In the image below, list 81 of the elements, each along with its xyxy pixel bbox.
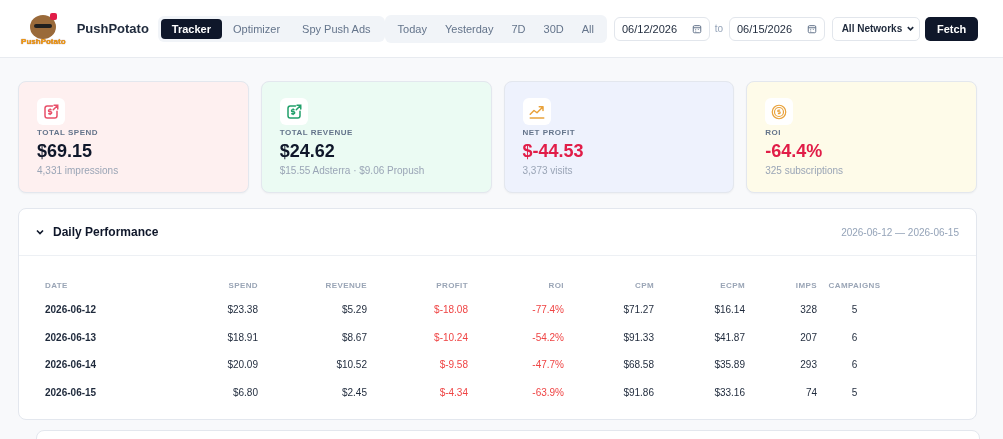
column-header: REVENUE <box>258 274 367 296</box>
chevron-icon <box>35 227 45 237</box>
date-field[interactable]: 06/15/2026 <box>728 16 825 41</box>
table-cell-text: 2026-06-13 <box>45 330 98 345</box>
table-cell: $71.27 <box>564 296 654 324</box>
nav-tab[interactable]: Optimizer <box>222 18 292 39</box>
range-button[interactable]: All <box>572 18 603 39</box>
column-header: PROFIT <box>367 274 468 296</box>
nav-tab[interactable]: Spy Push Ads <box>291 18 382 39</box>
range-button[interactable]: Yesterday <box>435 18 503 39</box>
table-cell: $8.67 <box>258 323 367 351</box>
stat-label: TOTAL SPEND <box>37 128 99 137</box>
stat-note: 325 subscriptions <box>765 165 844 176</box>
dollar-arrow-icon <box>42 102 60 121</box>
date-field[interactable]: 06/12/2026 <box>613 16 710 41</box>
table-cell-text: $23.38 <box>226 303 258 318</box>
table-cell: 5 <box>817 378 892 406</box>
table-cell: 293 <box>745 351 817 379</box>
column-header: CPM <box>634 279 654 292</box>
column-header: DATE <box>45 279 69 292</box>
table-cell: $91.33 <box>564 323 654 351</box>
table-cell-text: 2026-06-14 <box>45 358 98 373</box>
table-cell: 328 <box>745 296 817 324</box>
table-cell: $41.87 <box>654 323 745 351</box>
stat-value: -64.4% <box>765 141 823 162</box>
dollar-arrow-icon <box>284 102 303 121</box>
range-button[interactable]: 7D <box>502 18 535 39</box>
stat-value: $-44.53 <box>522 141 584 162</box>
section-toggle[interactable]: Daily Performance <box>35 225 159 239</box>
table-cell: $-9.58 <box>367 351 468 379</box>
stat-value: $69.15 <box>37 141 93 162</box>
table-cell: 6 <box>817 351 892 379</box>
calendar-icon[interactable] <box>691 23 702 34</box>
table-cell: $16.14 <box>654 296 745 324</box>
table-cell: $35.89 <box>654 351 745 379</box>
stat-label: TOTAL REVENUE <box>279 128 353 137</box>
table-cell: 74 <box>745 378 817 406</box>
logo-text: PushPotato <box>21 37 66 46</box>
brand-name: PushPotato <box>76 21 149 36</box>
stat-label: NET PROFIT <box>522 128 576 137</box>
table-cell: $10.52 <box>258 351 367 379</box>
calendar-icon[interactable] <box>806 23 817 34</box>
table-cell: $68.58 <box>564 351 654 379</box>
range-button[interactable]: 30D <box>534 18 573 39</box>
column-header: CAMPAIGNS <box>817 274 892 296</box>
table-cell: 6 <box>817 323 892 351</box>
fetch-button[interactable]: Fetch <box>925 16 978 41</box>
caret-icon <box>906 24 916 33</box>
column-header: IMPS <box>745 274 817 296</box>
table-cell-text: $20.09 <box>226 358 258 373</box>
network-select[interactable]: All Networks <box>831 16 921 41</box>
table-cell: -77.4% <box>468 296 564 324</box>
stat-label: ROI <box>765 128 781 137</box>
stat-note: 4,331 impressions <box>37 165 119 176</box>
table-cell: $33.16 <box>654 378 745 406</box>
table-cell: $5.29 <box>258 296 367 324</box>
table-cell: 5 <box>817 296 892 324</box>
table-cell: $-18.08 <box>367 296 468 324</box>
table-cell-text: $6.80 <box>231 385 258 400</box>
date-separator: to <box>714 23 723 34</box>
nav-tab[interactable]: Tracker <box>160 18 222 39</box>
range-button[interactable]: Today <box>388 18 436 39</box>
table-cell: $-4.34 <box>367 378 468 406</box>
stat-value: $24.62 <box>279 141 335 162</box>
table-cell: $2.45 <box>258 378 367 406</box>
table-cell-text: 2026-06-12 <box>45 303 98 318</box>
stat-note: $15.55 Adsterra · $9.06 Propush <box>279 165 425 176</box>
column-header: ECPM <box>654 274 745 296</box>
table-cell-text: $18.91 <box>226 330 258 345</box>
table-cell: $-10.24 <box>367 323 468 351</box>
date-range: 2026-06-12 — 2026-06-15 <box>841 226 959 238</box>
table-cell-text: 2026-06-15 <box>45 385 98 400</box>
stat-note: 3,373 visits <box>522 165 573 176</box>
table-cell: 207 <box>745 323 817 351</box>
table-cell: $91.86 <box>564 378 654 406</box>
column-header: ROI <box>468 274 564 296</box>
coin-icon <box>770 102 789 121</box>
table-cell: -47.7% <box>468 351 564 379</box>
table-cell: -54.2% <box>468 323 564 351</box>
table-cell: -63.9% <box>468 378 564 406</box>
column-header: SPEND <box>227 279 258 292</box>
